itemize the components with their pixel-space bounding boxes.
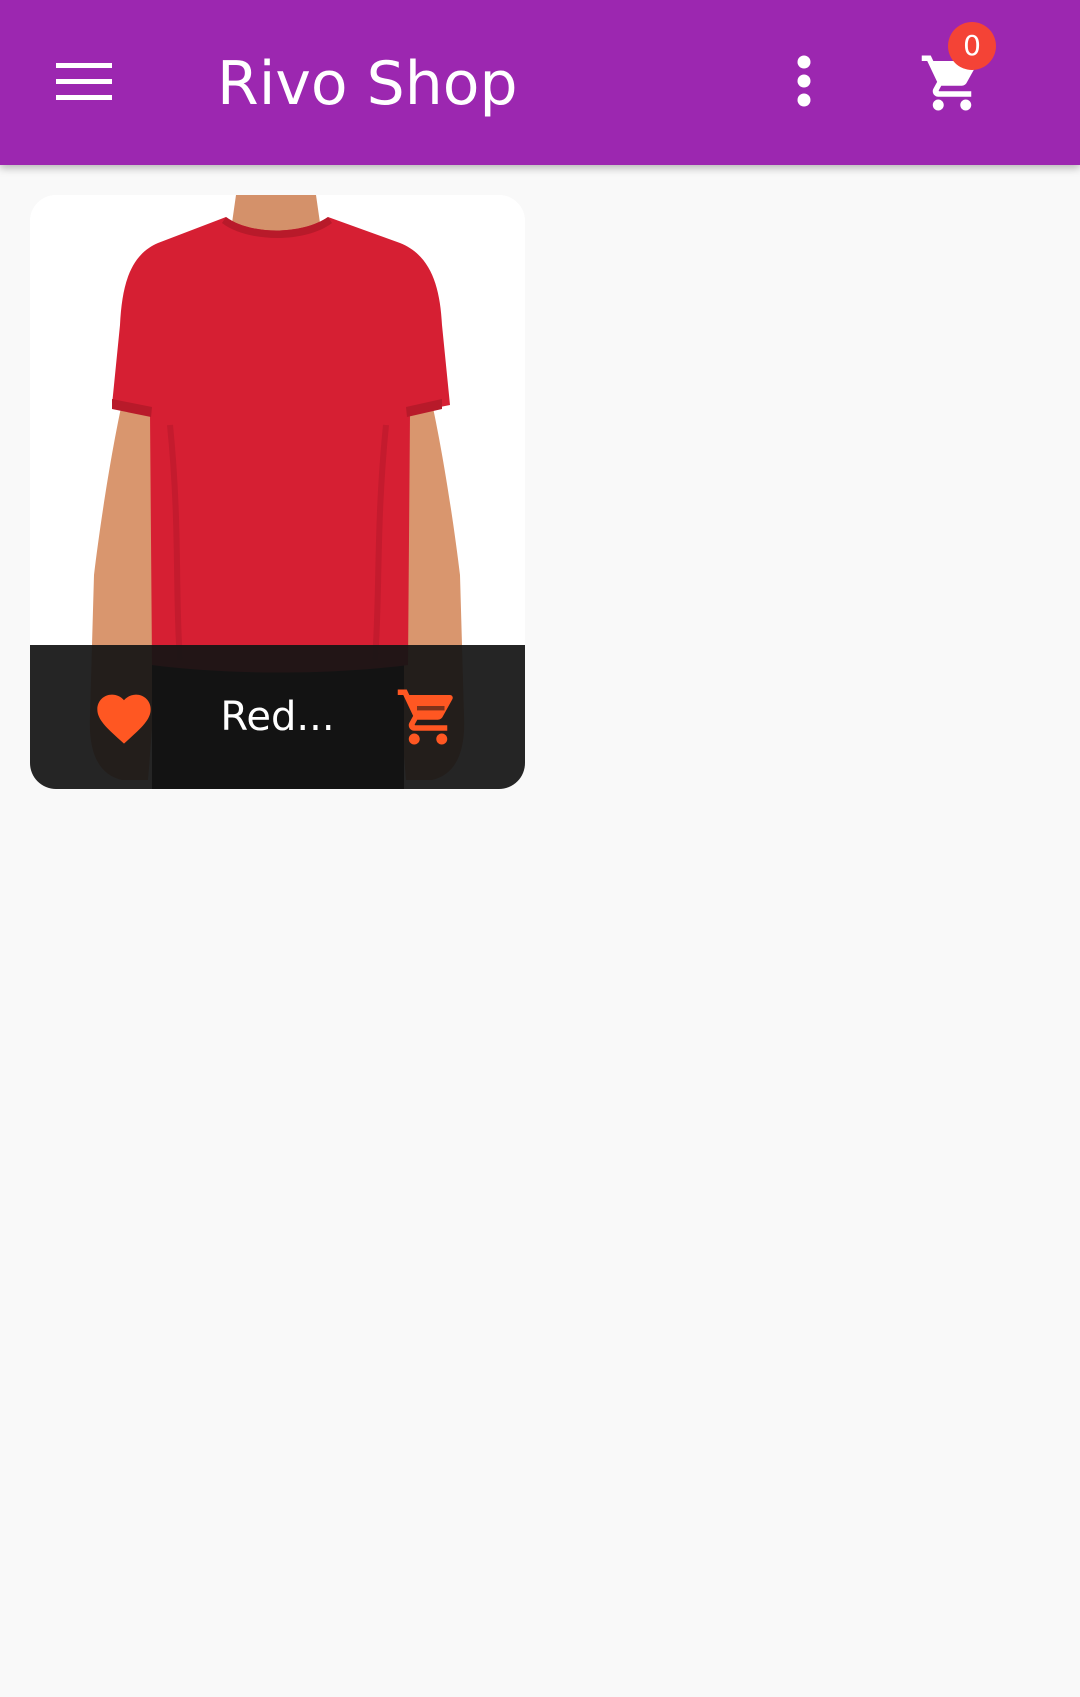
menu-button[interactable]	[38, 41, 130, 121]
product-name: Red...	[220, 694, 335, 740]
product-card-footer: Red...	[30, 645, 525, 789]
favorite-button[interactable]	[88, 680, 160, 752]
app-title: Rivo Shop	[217, 49, 518, 119]
app-bar: Rivo Shop 0	[0, 0, 1080, 165]
add-to-cart-button[interactable]	[390, 679, 466, 755]
more-options-button[interactable]	[768, 41, 840, 121]
more-vert-icon	[797, 55, 811, 107]
heart-icon	[97, 694, 151, 744]
product-card[interactable]: Red...	[30, 195, 525, 789]
cart-count-badge: 0	[948, 22, 996, 70]
hamburger-menu-icon	[56, 63, 112, 100]
add-shopping-cart-icon	[397, 689, 453, 745]
